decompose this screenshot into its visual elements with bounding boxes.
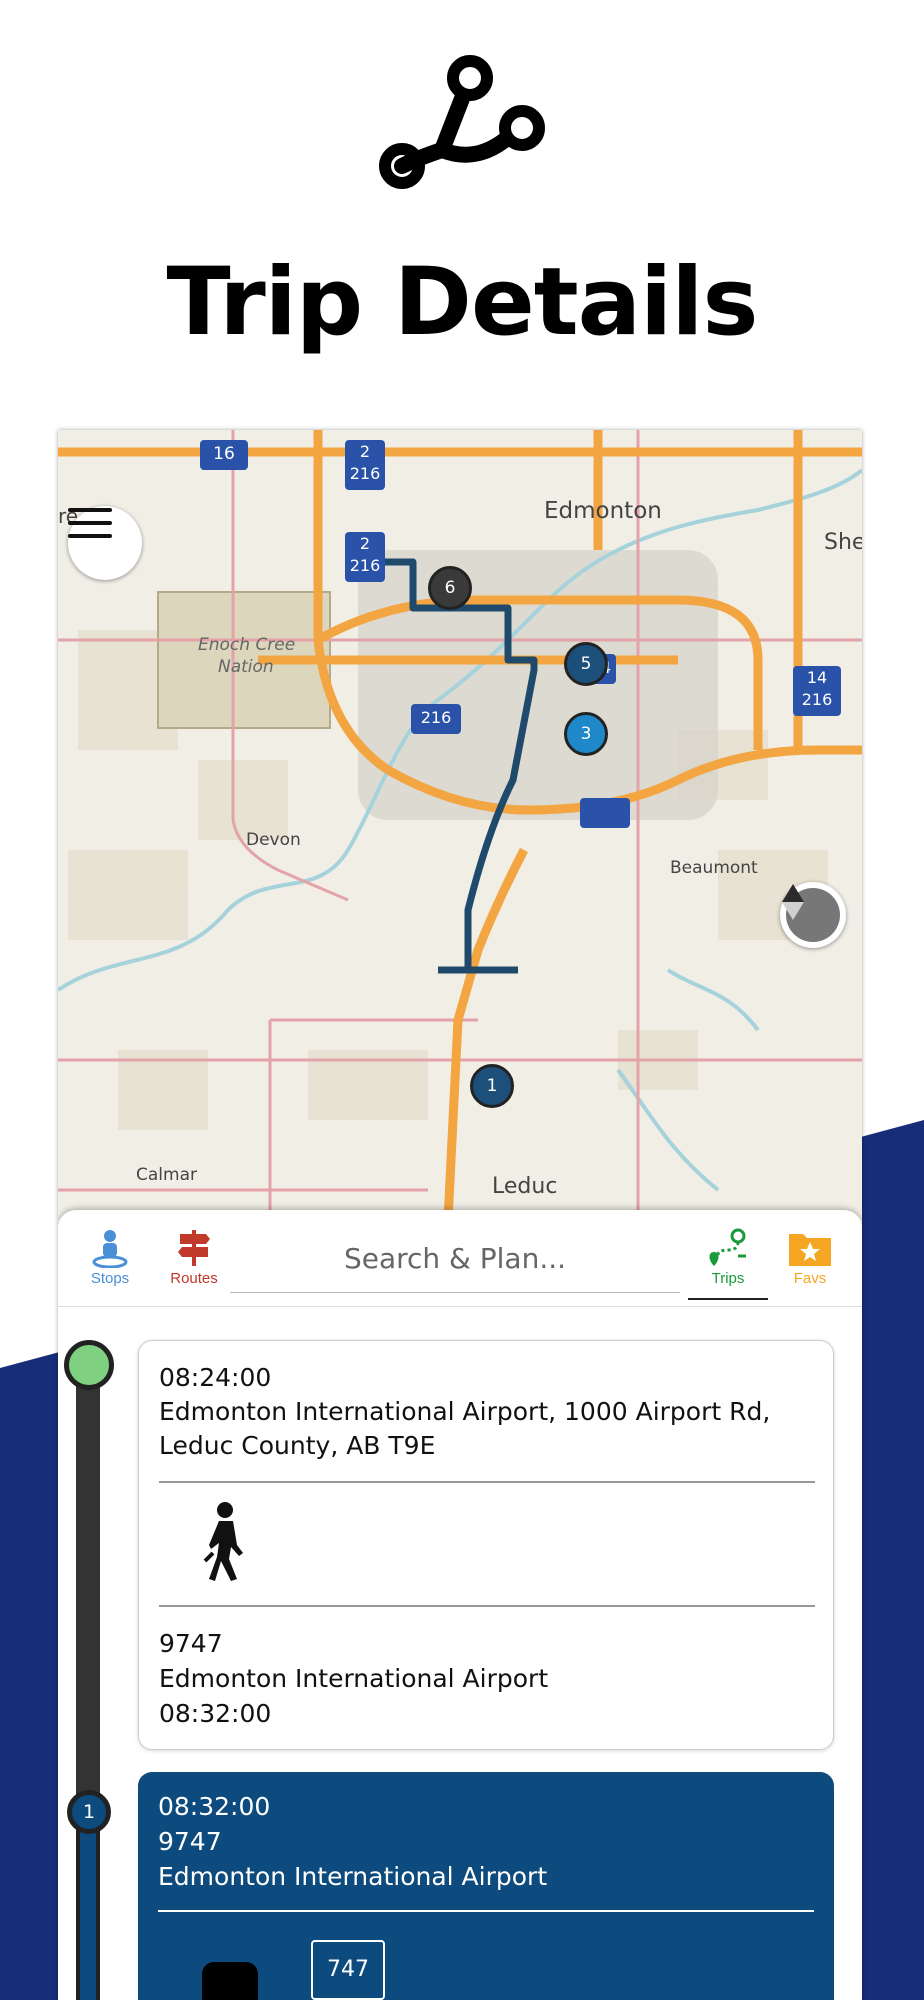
card-divider — [159, 1481, 815, 1483]
stop-marker-6[interactable]: 6 — [428, 566, 472, 610]
card-divider — [158, 1910, 814, 1912]
card-divider — [159, 1605, 815, 1607]
timeline-walk-segment — [76, 1358, 100, 1828]
stop-marker-1[interactable]: 1 — [470, 1064, 514, 1108]
tab-favs[interactable]: Favs — [770, 1220, 850, 1300]
map-label-reserve-2: Nation — [218, 657, 274, 677]
tab-routes[interactable]: Routes — [154, 1220, 234, 1300]
map-label-leduc: Leduc — [492, 1174, 558, 1199]
arrive-time: 08:32:00 — [159, 1699, 272, 1728]
tab-bar: Stops Routes Search & Plan... Trips Favs — [58, 1210, 862, 1307]
depart-time: 08:24:00 — [159, 1363, 272, 1392]
trip-route-icon — [709, 1228, 746, 1266]
trip-timeline: 1 08:24:00 Edmonton International Airpor… — [58, 1306, 862, 2000]
signpost-icon — [178, 1230, 210, 1266]
hamburger-icon — [68, 508, 112, 538]
stop-marker-3-label: 3 — [580, 724, 592, 744]
search-input[interactable]: Search & Plan... — [230, 1224, 680, 1293]
stop-marker-3[interactable]: 3 — [564, 712, 608, 756]
hero-title: Trip Details — [166, 248, 759, 357]
star-folder-icon — [789, 1234, 831, 1266]
start-address-line2: Leduc County, AB T9E — [159, 1431, 436, 1460]
tab-favs-label: Favs — [793, 1270, 827, 1287]
timeline-stop-dot: 1 — [67, 1790, 111, 1834]
shield-2a-bottom: 216 — [349, 464, 381, 483]
compass-button[interactable] — [780, 882, 846, 948]
walking-icon — [203, 1502, 243, 1581]
shield-216: 216 — [420, 708, 452, 727]
bus-leg-card[interactable]: 08:32:00 9747 Edmonton International Air… — [138, 1772, 834, 2000]
trip-panel: Stops Routes Search & Plan... Trips Favs… — [58, 1210, 862, 2000]
map-label-devon: Devon — [246, 830, 301, 850]
bus-stop-id: 9747 — [158, 1827, 222, 1856]
timeline-start-dot — [64, 1340, 114, 1390]
first-stop-id: 9747 — [159, 1629, 223, 1658]
timeline-stop-number: 1 — [82, 1801, 96, 1823]
start-address-line1: Edmonton International Airport, 1000 Air… — [159, 1397, 771, 1426]
route-badge: 747 — [311, 1940, 385, 2000]
stop-marker-6-label: 6 — [444, 578, 456, 598]
shield-2b-top: 2 — [359, 534, 371, 553]
bus-icon — [202, 1962, 258, 2000]
map-canvas — [58, 430, 862, 1220]
walk-leg-card[interactable]: 08:24:00 Edmonton International Airport,… — [138, 1340, 834, 1750]
shield-14-bottom: 216 — [801, 690, 833, 709]
menu-button[interactable] — [68, 506, 142, 580]
map-label-reserve-1: Enoch Cree — [198, 635, 296, 655]
map-label-edmonton: Edmonton — [544, 498, 662, 524]
trip-map[interactable]: 16 2 216 2 216 216 14 216 4 Edmonton Eno… — [58, 430, 862, 1220]
timeline-bus-segment — [76, 1816, 100, 2000]
bus-stop-name: Edmonton International Airport — [158, 1862, 548, 1891]
person-pin-icon — [92, 1230, 128, 1268]
shield-2a-top: 2 — [359, 442, 371, 461]
shield-2b-bottom: 216 — [349, 556, 381, 575]
phone-screen: 16 2 216 2 216 216 14 216 4 Edmonton Eno… — [58, 430, 862, 2000]
first-stop-name: Edmonton International Airport — [159, 1664, 549, 1693]
tab-trips-label: Trips — [711, 1270, 745, 1287]
map-label-calmar: Calmar — [136, 1165, 197, 1185]
compass-icon — [782, 884, 840, 942]
tab-trips[interactable]: Trips — [688, 1220, 768, 1300]
shield-14-top: 14 — [806, 668, 828, 687]
bus-time: 08:32:00 — [158, 1792, 271, 1821]
shield-16: 16 — [213, 444, 235, 464]
stop-marker-1-label: 1 — [486, 1076, 498, 1096]
stop-marker-5-label: 5 — [580, 654, 592, 674]
map-label-beaumont: Beaumont — [670, 858, 758, 878]
stop-marker-5[interactable]: 5 — [564, 642, 608, 686]
tab-routes-label: Routes — [170, 1270, 218, 1287]
map-label-edge-right: She — [824, 530, 862, 555]
tab-stops[interactable]: Stops — [70, 1220, 150, 1300]
route-icon — [379, 55, 545, 189]
tab-stops-label: Stops — [90, 1270, 130, 1287]
